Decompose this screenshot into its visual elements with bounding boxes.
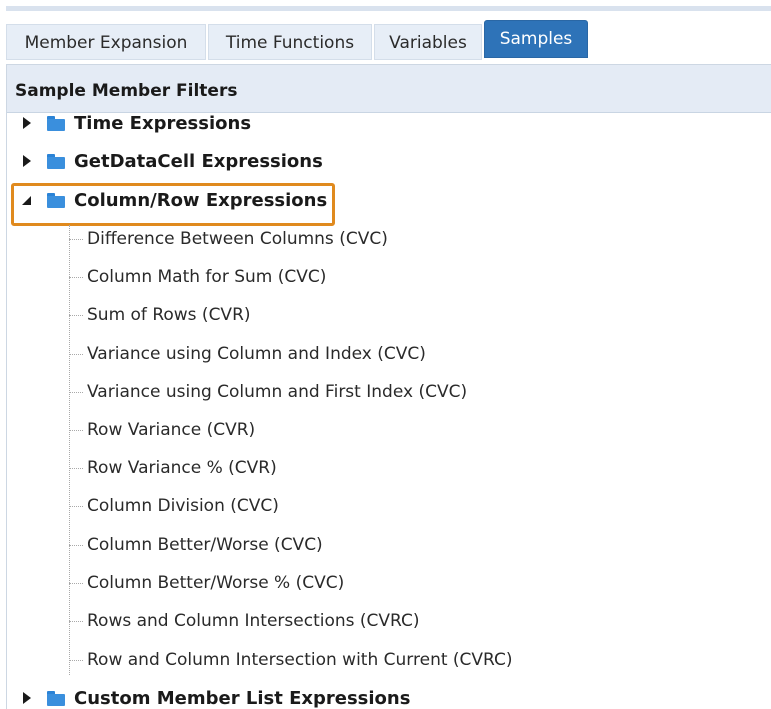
tree-item-label: Row and Column Intersection with Current… bbox=[87, 650, 513, 670]
panel-title: Sample Member Filters bbox=[15, 81, 238, 101]
tree-connector bbox=[69, 505, 83, 507]
tab-member-expansion[interactable]: Member Expansion bbox=[6, 24, 206, 60]
tree-connector bbox=[69, 582, 83, 584]
tree-connector bbox=[69, 238, 83, 240]
tree-item-label: Sum of Rows (CVR) bbox=[87, 305, 251, 325]
folder-icon bbox=[47, 192, 65, 208]
folder-icon bbox=[47, 115, 65, 131]
collapse-caret-icon[interactable] bbox=[19, 192, 35, 208]
tree-connector bbox=[69, 467, 83, 469]
folder-label: Column/Row Expressions bbox=[74, 189, 328, 211]
folder-label: Custom Member List Expressions bbox=[74, 687, 411, 709]
tree-folder-getdatacell-expressions[interactable]: GetDataCell Expressions bbox=[19, 146, 323, 176]
folder-label: GetDataCell Expressions bbox=[74, 150, 323, 172]
tab-bar: Member Expansion Time Functions Variable… bbox=[6, 20, 771, 64]
expand-caret-icon[interactable] bbox=[19, 115, 35, 131]
panel-header: Sample Member Filters bbox=[7, 65, 771, 113]
tree-item[interactable]: Row Variance (CVR) bbox=[69, 414, 255, 446]
tree-item-label: Rows and Column Intersections (CVRC) bbox=[87, 611, 420, 631]
tree-connector bbox=[69, 276, 83, 278]
tree-item[interactable]: Difference Between Columns (CVC) bbox=[69, 223, 388, 255]
tree-item-label: Variance using Column and First Index (C… bbox=[87, 382, 468, 402]
tab-samples[interactable]: Samples bbox=[484, 20, 588, 58]
tree-connector bbox=[69, 544, 83, 546]
samples-panel: Sample Member Filters Time Expressions G… bbox=[6, 64, 771, 709]
tree-item[interactable]: Column Better/Worse (CVC) bbox=[69, 529, 323, 561]
tree-item[interactable]: Variance using Column and Index (CVC) bbox=[69, 338, 426, 370]
tree-folder-custom-member-list-expressions[interactable]: Custom Member List Expressions bbox=[19, 683, 410, 709]
tree-connector bbox=[69, 659, 83, 661]
top-divider bbox=[6, 6, 771, 11]
tree-item-label: Row Variance % (CVR) bbox=[87, 458, 277, 478]
tree-item-label: Column Math for Sum (CVC) bbox=[87, 267, 327, 287]
tree-item[interactable]: Row and Column Intersection with Current… bbox=[69, 644, 513, 676]
tree-connector bbox=[69, 620, 83, 622]
tree-item-label: Column Better/Worse (CVC) bbox=[87, 535, 323, 555]
folder-icon bbox=[47, 153, 65, 169]
tree-item[interactable]: Rows and Column Intersections (CVRC) bbox=[69, 605, 420, 637]
expand-caret-icon[interactable] bbox=[19, 153, 35, 169]
tree-item[interactable]: Column Math for Sum (CVC) bbox=[69, 261, 326, 293]
tree-item[interactable]: Column Division (CVC) bbox=[69, 490, 279, 522]
tree-connector bbox=[69, 429, 83, 431]
folder-label: Time Expressions bbox=[74, 112, 252, 134]
tree-item[interactable]: Sum of Rows (CVR) bbox=[69, 299, 251, 331]
tree-item-label: Column Better/Worse % (CVC) bbox=[87, 573, 345, 593]
tree-connector bbox=[69, 391, 83, 393]
tree-item[interactable]: Row Variance % (CVR) bbox=[69, 452, 277, 484]
tree-folder-column-row-expressions[interactable]: Column/Row Expressions bbox=[19, 185, 327, 215]
tab-variables[interactable]: Variables bbox=[374, 24, 482, 60]
tree-item-label: Column Division (CVC) bbox=[87, 496, 279, 516]
tree-item[interactable]: Column Better/Worse % (CVC) bbox=[69, 567, 344, 599]
folder-icon bbox=[47, 690, 65, 706]
tree-item-label: Row Variance (CVR) bbox=[87, 420, 256, 440]
tree-connector bbox=[69, 314, 83, 316]
tab-time-functions[interactable]: Time Functions bbox=[208, 24, 372, 60]
top-strip bbox=[0, 0, 771, 11]
tree-folder-time-expressions[interactable]: Time Expressions bbox=[19, 108, 251, 138]
tree-item[interactable]: Variance using Column and First Index (C… bbox=[69, 376, 467, 408]
tree-item-label: Variance using Column and Index (CVC) bbox=[87, 344, 426, 364]
expand-caret-icon[interactable] bbox=[19, 690, 35, 706]
tree-item-label: Difference Between Columns (CVC) bbox=[87, 229, 388, 249]
tree-connector bbox=[69, 353, 83, 355]
